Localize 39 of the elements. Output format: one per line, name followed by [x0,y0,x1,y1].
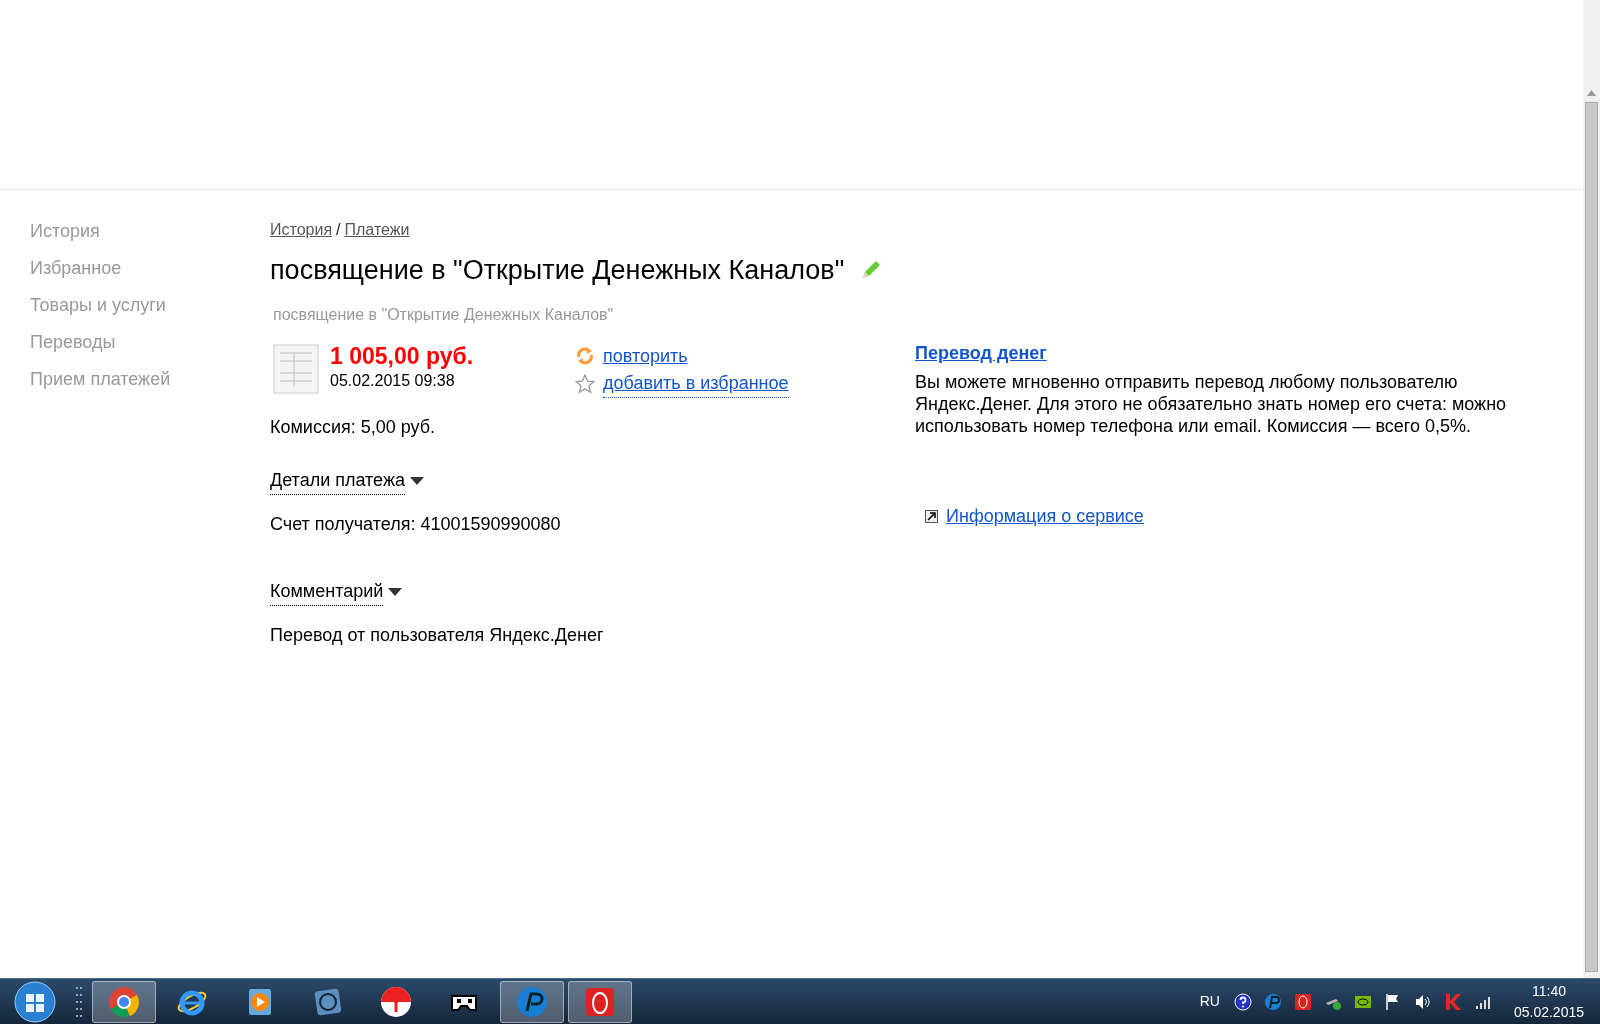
breadcrumb-link[interactable]: История [270,218,333,242]
start-button-icon[interactable] [12,978,58,1024]
breadcrumb-separator: / [336,220,341,240]
k-logo-icon[interactable] [1443,992,1462,1011]
grip-icon [74,984,84,1019]
external-link-icon[interactable] [925,510,938,523]
breadcrumb-link[interactable]: Платежи [344,218,410,242]
payment-date: 05.02.2015 09:38 [330,370,456,391]
o-logo-icon[interactable] [1293,992,1312,1011]
clock-time[interactable]: 11:40 [1513,980,1584,1002]
help-icon[interactable] [1233,992,1252,1011]
receipt-icon [270,342,322,395]
caret-icon[interactable] [409,475,425,486]
o-logo-icon [584,985,616,1018]
star-icon[interactable] [575,373,595,394]
add-favorite-link[interactable]: добавить в избранное [603,369,789,398]
browser-button[interactable] [92,980,156,1023]
caret-icon[interactable] [387,586,404,597]
p-logo-icon [516,985,548,1018]
commission-text: Комиссия: 5,00 руб. [270,415,437,439]
clock-date[interactable]: 05.02.2015 [1513,1001,1584,1023]
promo-title-link[interactable]: Перевод денег [915,343,1047,363]
scrollbar[interactable] [1583,0,1600,978]
language-indicator[interactable]: RU [1199,991,1220,1012]
payment-amount: 1 005,00 руб. [330,342,475,369]
promo-text: Вы можете мгновенно отправить перевод любому пользователю Яндекс.Денег. Для этого не обязательно знать номер его счета: можно использовать номер телефона или email. Комиссия — всего 0,5%. [915,371,1508,437]
p-logo-icon[interactable] [1263,992,1282,1011]
section-text: Перевод от пользователя Яндекс.Денег [270,623,605,647]
browser-icon [380,985,412,1018]
browser-icon [108,985,140,1018]
section-toggle[interactable]: Комментарий [270,577,384,606]
page-title: посвящение в "Открытие Денежных Каналов" [270,254,845,287]
payment-subtitle: посвящение в "Открытие Денежных Каналов" [273,304,615,325]
p-logo-button[interactable] [500,980,564,1023]
o-logo-button[interactable] [568,980,632,1023]
repeat-link[interactable]: повторить [603,342,688,370]
section-text: Счет получателя: 41001590990080 [270,512,562,536]
service-info-link[interactable]: Информация о сервисе [946,503,1144,530]
section-toggle[interactable]: Детали платежа [270,466,405,495]
